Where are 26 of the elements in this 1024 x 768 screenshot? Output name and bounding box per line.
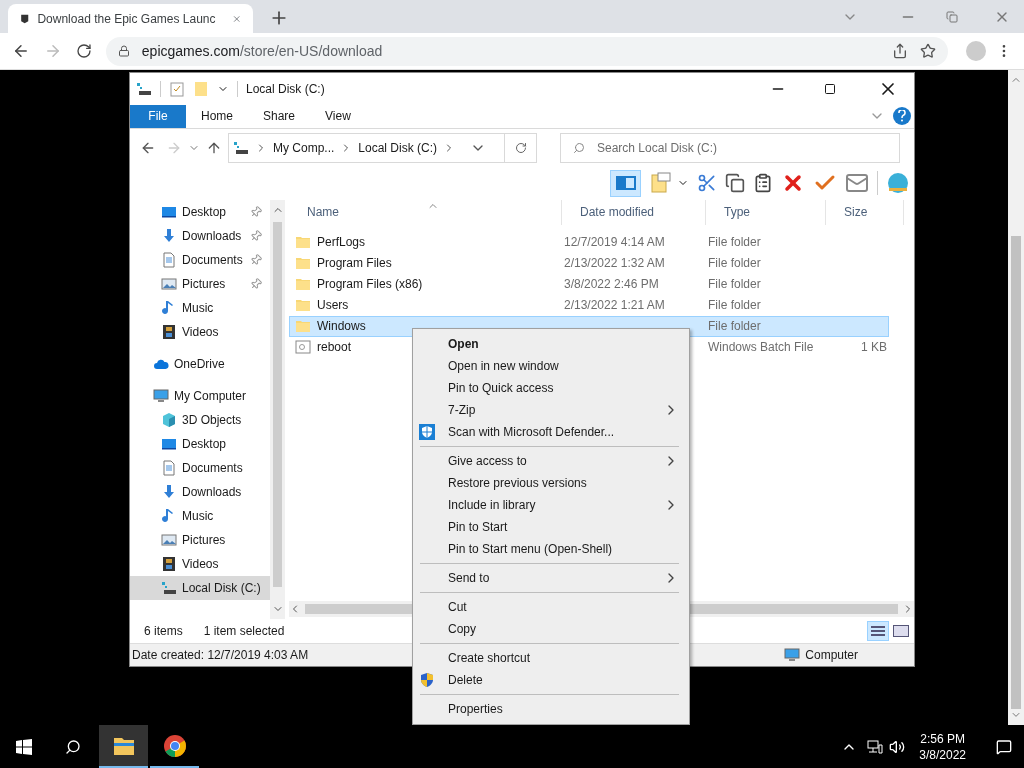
file-name: reboot — [317, 339, 352, 357]
url-text: epicgames.com/store/en-US/download — [141, 41, 384, 61]
type-cell: File folder — [708, 235, 761, 250]
file-name: Users — [317, 297, 349, 315]
date-cell: 2/13/2022 1:32 AM — [564, 256, 665, 271]
file-name: PerfLogs — [317, 234, 366, 252]
tab-title: Download the Epic Games Launc — [37, 10, 216, 28]
type-cell: Windows Batch File — [708, 340, 814, 355]
type-cell: File folder — [708, 277, 761, 292]
date-cell: 12/7/2019 4:14 AM — [564, 235, 665, 250]
details-text: Date created: 12/7/2019 4:03 AM — [132, 647, 309, 665]
location-text: Computer — [805, 647, 858, 665]
size-cell: 1 KB — [861, 340, 887, 355]
selection-count: 1 item selected — [203, 623, 285, 641]
date-cell: 3/8/2022 2:46 PM — [564, 277, 659, 292]
date-text: 3/8/2022 — [919, 746, 966, 763]
time-text: 2:56 PM — [920, 730, 965, 747]
date-cell: 2/13/2022 1:21 AM — [564, 298, 665, 313]
file-name: Windows — [317, 318, 366, 336]
item-count: 6 items — [144, 623, 183, 641]
file-name: Program Files — [317, 255, 392, 273]
window-title: Local Disk (C:) — [246, 80, 326, 98]
type-cell: File folder — [708, 319, 761, 334]
file-name: Program Files (x86) — [317, 276, 423, 294]
type-cell: File folder — [708, 256, 761, 271]
type-cell: File folder — [708, 298, 761, 313]
